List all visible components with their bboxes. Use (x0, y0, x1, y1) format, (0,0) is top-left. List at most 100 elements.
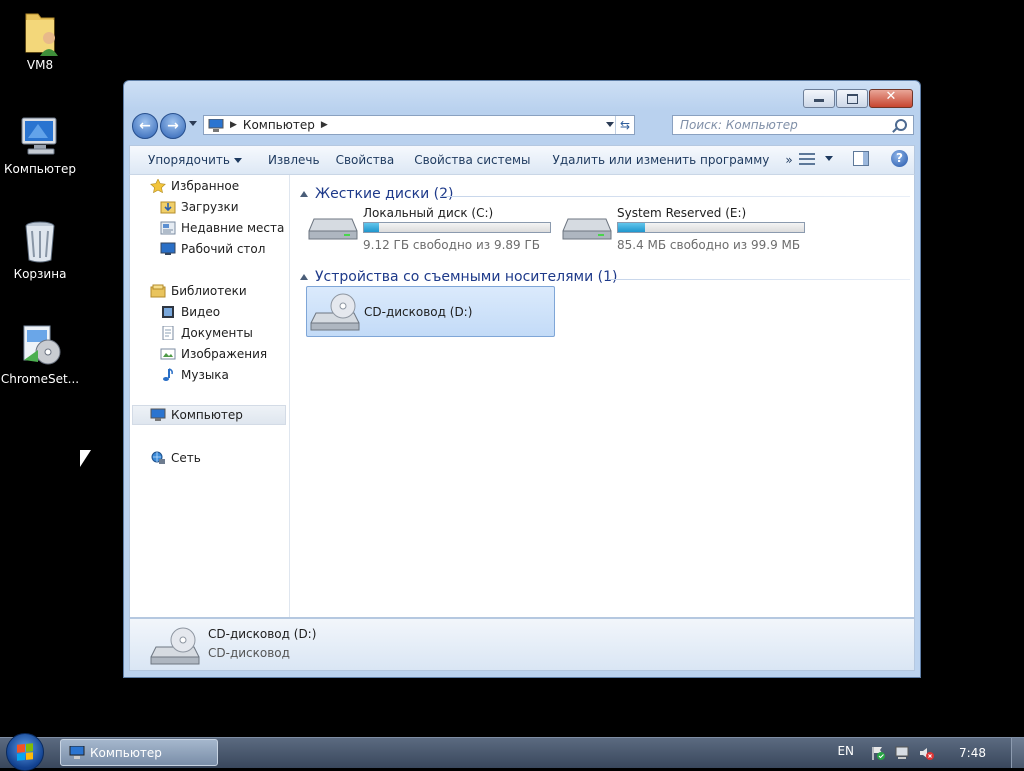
close-button[interactable]: ✕ (869, 89, 913, 108)
cd-drive-icon (310, 291, 360, 335)
search-icon[interactable] (895, 119, 907, 131)
breadcrumb-separator-icon[interactable]: ▶ (321, 120, 328, 130)
show-desktop-button[interactable] (1011, 738, 1024, 768)
caption-buttons: ✕ (802, 89, 913, 108)
desktop-icon-vm8[interactable]: VM8 (0, 8, 80, 72)
more-commands-button[interactable]: » (777, 153, 800, 167)
nav-video[interactable]: Видео (160, 302, 220, 322)
forward-arrow-icon: → (167, 118, 179, 134)
drive-name: Локальный диск (C:) (363, 206, 494, 220)
eject-button[interactable]: Извлечь (260, 153, 328, 167)
nav-music[interactable]: Музыка (160, 365, 229, 385)
network-status-icon[interactable] (894, 745, 910, 761)
nav-pictures[interactable]: Изображения (160, 344, 267, 364)
nav-label: Документы (181, 326, 253, 340)
properties-button[interactable]: Свойства (328, 153, 403, 167)
usage-bar-fill (618, 223, 645, 232)
nav-recent-places[interactable]: Недавние места (160, 218, 284, 238)
action-center-flag-icon[interactable] (870, 745, 886, 761)
search-placeholder: Поиск: Компьютер (680, 118, 798, 132)
nav-favorites[interactable]: Избранное (150, 176, 239, 196)
refresh-button[interactable]: ⇆ (615, 116, 634, 134)
group-divider (440, 196, 910, 197)
collapse-triangle-icon (300, 191, 308, 197)
mouse-cursor-icon (80, 450, 91, 467)
nav-label: Рабочий стол (181, 242, 266, 256)
pictures-icon (160, 347, 176, 361)
group-header-removable[interactable]: Устройства со съемными носителями (1) (300, 269, 617, 285)
drive-d-cd[interactable]: CD-дисковод (D:) (306, 286, 555, 337)
help-icon[interactable]: ? (891, 150, 908, 167)
breadcrumb-computer[interactable]: Компьютер (243, 118, 315, 132)
nav-computer[interactable]: Компьютер (132, 405, 286, 425)
computer-icon (150, 408, 166, 422)
desktop-icon-chrome-setup[interactable]: ChromeSet... (0, 322, 80, 386)
view-dropdown-chevron-icon[interactable] (825, 156, 833, 161)
desktop-icon-computer[interactable]: Компьютер (0, 112, 80, 176)
nav-label: Сеть (171, 451, 201, 465)
collapse-triangle-icon (300, 274, 308, 280)
network-icon (150, 451, 166, 465)
nav-label: Музыка (181, 368, 229, 382)
taskbar-button-computer[interactable]: Компьютер (60, 739, 218, 766)
group-divider (608, 279, 910, 280)
nav-label: Библиотеки (171, 284, 247, 298)
drive-c[interactable]: Локальный диск (C:) 9.12 ГБ свободно из … (308, 203, 558, 253)
nav-downloads[interactable]: Загрузки (160, 197, 239, 217)
group-title: Устройства со съемными носителями (1) (315, 269, 618, 285)
video-icon (160, 305, 176, 319)
taskbar-button-label: Компьютер (90, 745, 162, 760)
breadcrumb-separator-icon[interactable]: ▶ (230, 120, 237, 130)
back-button[interactable]: ← (132, 113, 158, 139)
language-indicator[interactable]: EN (837, 744, 854, 758)
desktop-icon-label: Компьютер (4, 162, 76, 176)
recycle-bin-icon (16, 217, 64, 265)
address-bar[interactable]: ▶ Компьютер ▶ ⇆ (203, 115, 635, 135)
details-item-name: CD-дисковод (D:) (208, 627, 317, 641)
system-properties-button[interactable]: Свойства системы (406, 153, 538, 167)
minimize-icon (814, 99, 824, 102)
search-input[interactable]: Поиск: Компьютер (672, 115, 914, 135)
details-item-type: CD-дисковод (208, 646, 290, 660)
preview-pane-icon[interactable] (853, 151, 869, 166)
uninstall-program-button[interactable]: Удалить или изменить программу (545, 153, 778, 167)
user-folder-icon (16, 8, 64, 56)
drive-name: System Reserved (E:) (617, 206, 747, 220)
drive-e[interactable]: System Reserved (E:) 85.4 МБ свободно из… (562, 203, 812, 253)
nav-label: Видео (181, 305, 221, 319)
computer-icon (69, 745, 85, 759)
change-view-icon[interactable] (799, 152, 815, 166)
desktop-icon-label: Корзина (13, 267, 67, 281)
view-controls: ? (799, 150, 908, 167)
volume-muted-icon[interactable] (918, 745, 934, 761)
nav-libraries[interactable]: Библиотеки (150, 281, 247, 301)
close-icon: ✕ (885, 89, 897, 104)
group-header-hard-disks[interactable]: Жесткие диски (2) (300, 186, 453, 202)
group-title: Жесткие диски (2) (315, 186, 454, 202)
address-dropdown-button[interactable] (606, 122, 614, 127)
windows-logo-icon (17, 743, 33, 761)
cd-drive-icon (150, 625, 200, 669)
details-pane: CD-дисковод (D:) CD-дисковод (129, 618, 915, 671)
nav-label: Изображения (181, 347, 268, 361)
start-button[interactable] (6, 733, 44, 771)
nav-network[interactable]: Сеть (150, 448, 201, 468)
nav-label: Компьютер (171, 408, 243, 422)
system-clock[interactable]: 7:48 (959, 746, 986, 760)
nav-documents[interactable]: Документы (160, 323, 253, 343)
nav-desktop[interactable]: Рабочий стол (160, 239, 265, 259)
file-list: Жесткие диски (2) Локальный диск (C:) 9.… (290, 175, 914, 617)
drive-free-space: 85.4 МБ свободно из 99.9 МБ (617, 238, 801, 252)
content-area: Избранное Загрузки Недавние места Рабочи… (129, 174, 915, 618)
organize-button[interactable]: Упорядочить (140, 153, 250, 167)
desktop-icon-recycle-bin[interactable]: Корзина (0, 217, 80, 281)
recent-places-icon (160, 221, 176, 235)
desktop-icon (160, 242, 176, 256)
maximize-button[interactable] (836, 89, 868, 108)
forward-button[interactable]: → (160, 113, 186, 139)
nav-label: Загрузки (181, 200, 239, 214)
minimize-button[interactable] (803, 89, 835, 108)
back-arrow-icon: ← (139, 118, 151, 134)
history-dropdown-button[interactable] (189, 121, 197, 126)
nav-label: Недавние места (181, 221, 285, 235)
